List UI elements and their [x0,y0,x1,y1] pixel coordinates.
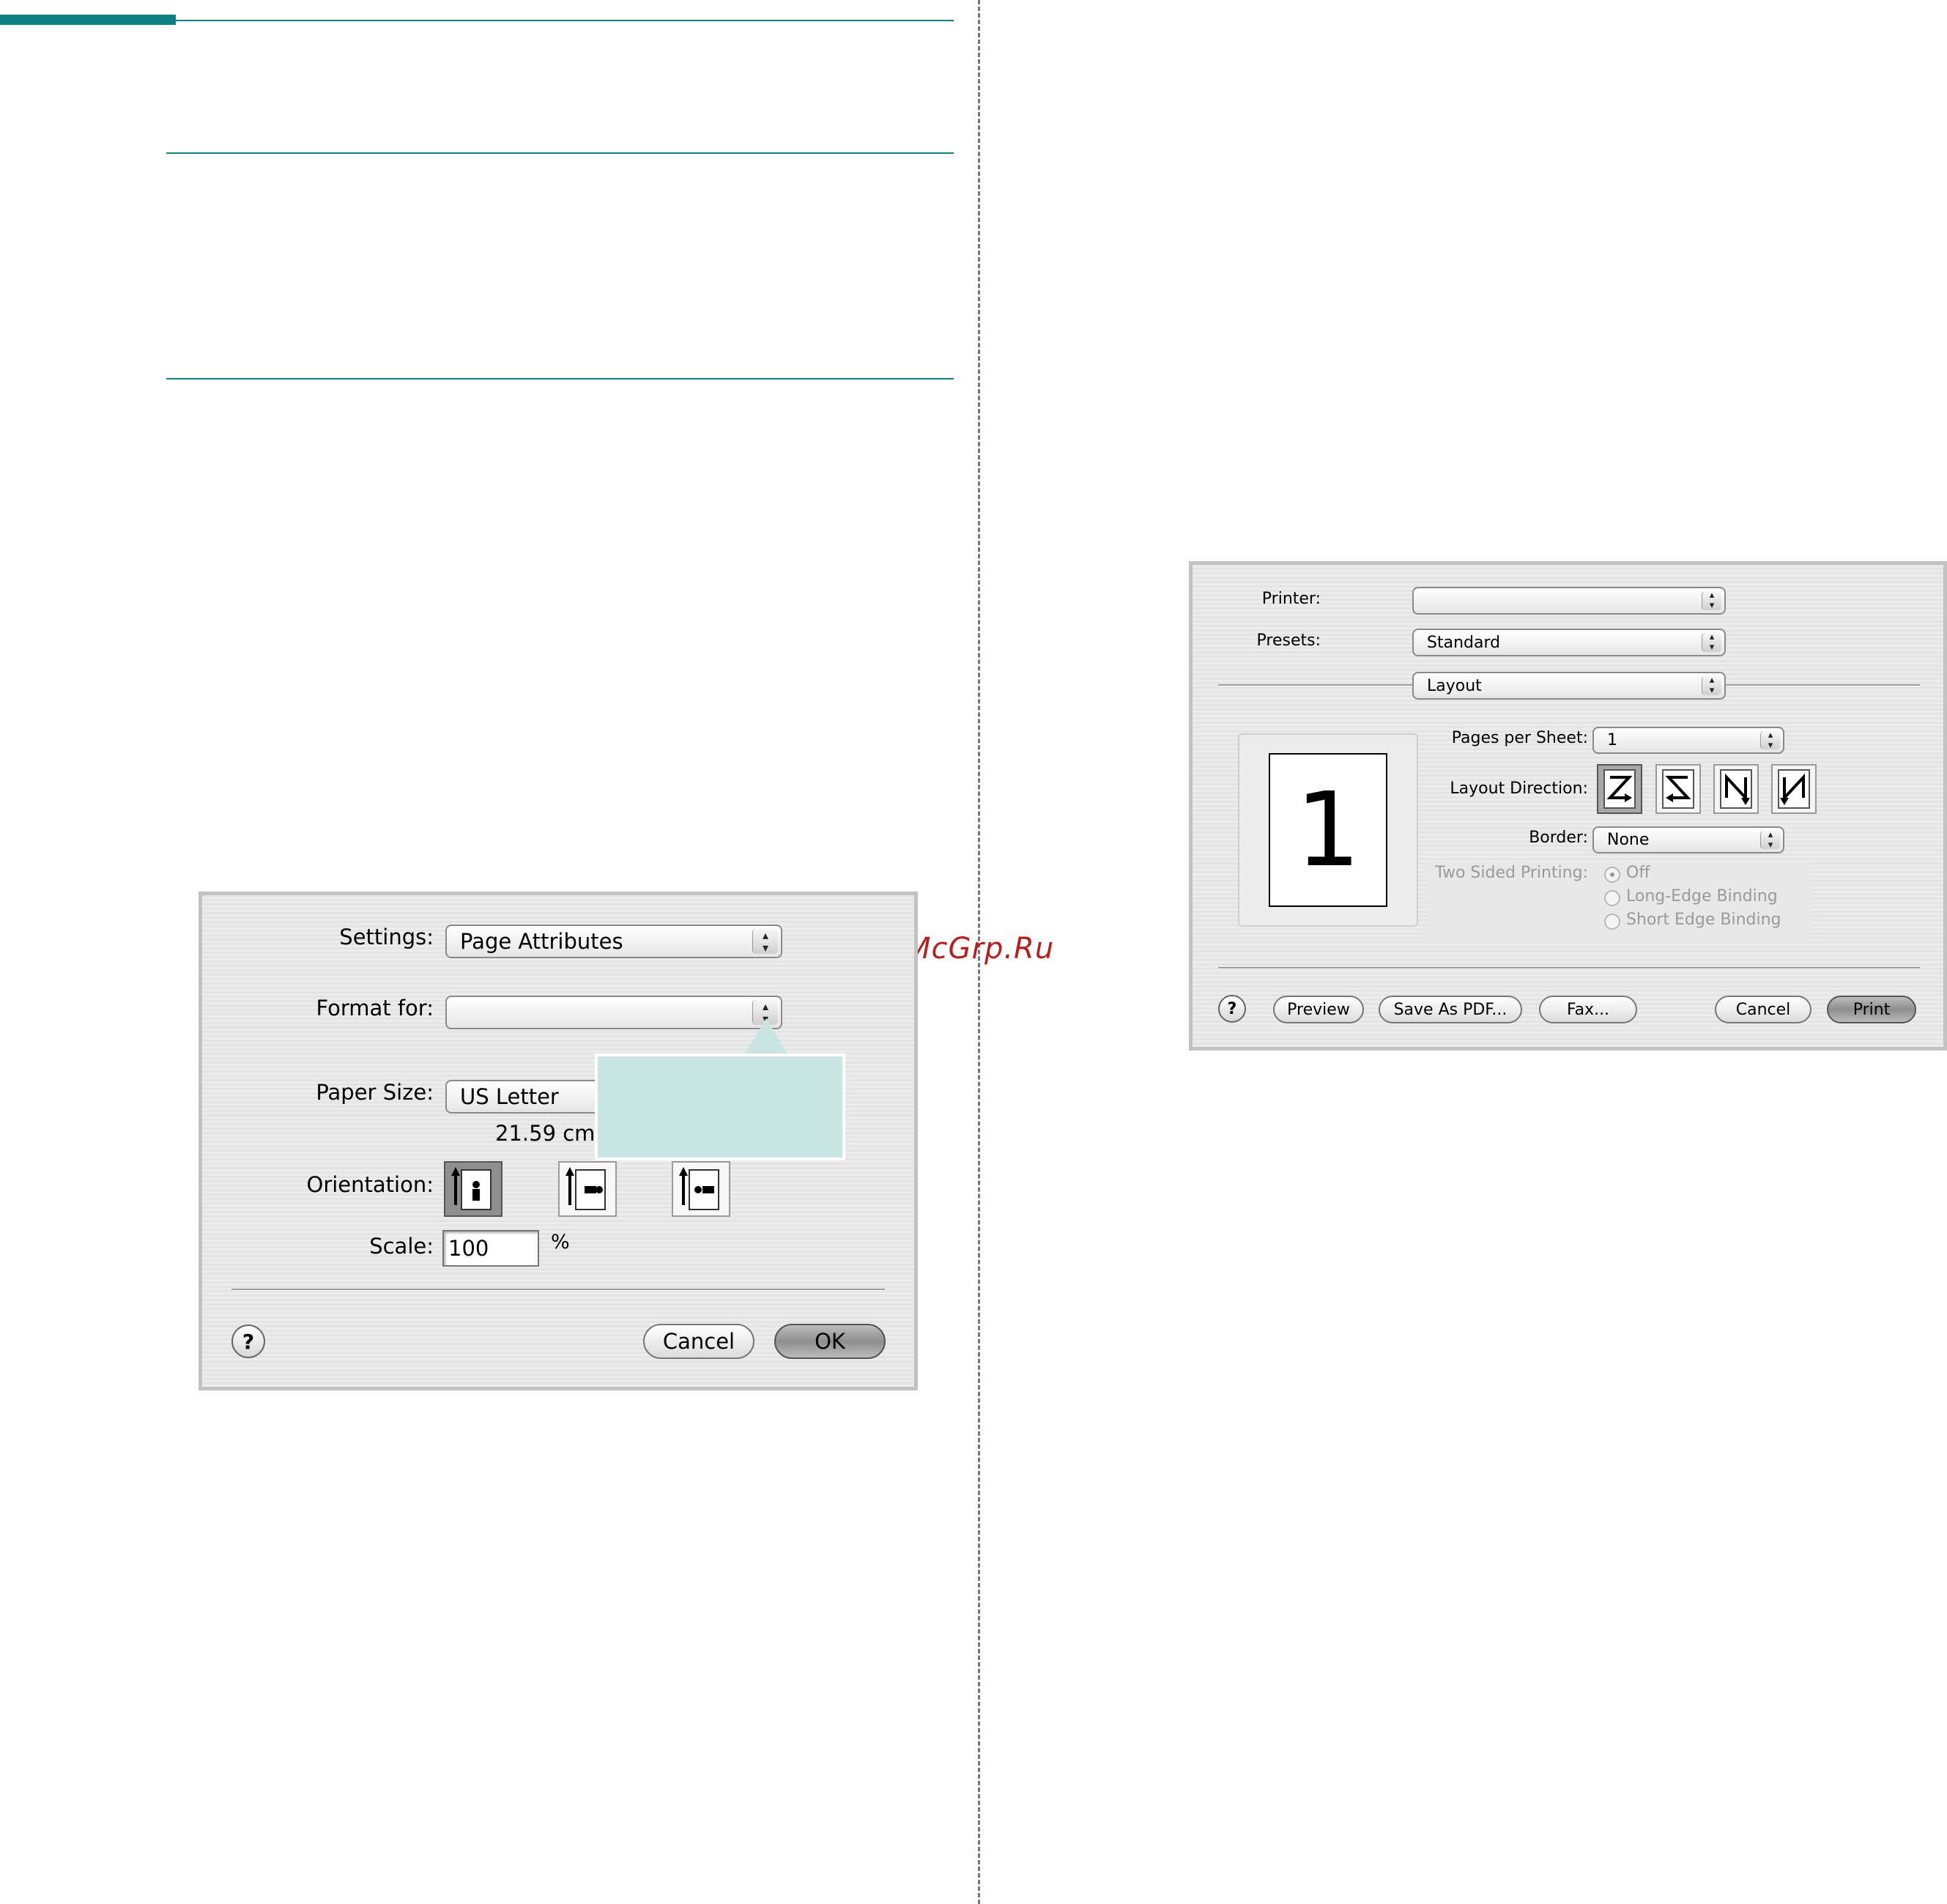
print-dialog: Printer: ▴ ▾ Presets: Standard ▴ ▾ Layout … [1189,561,1947,1051]
callout-box [595,1053,845,1160]
format-for-label: Format for: [316,996,434,1020]
paper-size-label: Paper Size: [316,1080,434,1105]
print-separator [1218,967,1920,969]
header-rule [176,20,954,21]
paper-dimensions: 21.59 cm [495,1121,596,1146]
preview-button[interactable]: Preview [1273,996,1364,1023]
presets-popup[interactable]: Standard ▴ ▾ [1412,629,1726,656]
popup-arrows-icon: ▴▾ [752,929,778,954]
two-sided-short-edge-radio[interactable] [1604,914,1620,930]
pages-per-sheet-value: 1 [1607,731,1617,749]
panel-popup[interactable]: Layout ▴ ▾ [1412,672,1726,700]
panel-value: Layout [1427,676,1482,695]
section-rule-1 [166,152,954,154]
presets-value: Standard [1427,633,1501,652]
direction-z-button[interactable] [1597,764,1642,814]
layout-z-icon [1603,769,1636,809]
cancel-button[interactable]: Cancel [1715,996,1811,1023]
printer-popup[interactable]: ▴ ▾ [1412,587,1726,615]
page-setup-separator [231,1289,885,1291]
two-sided-long-edge-radio[interactable] [1604,890,1620,906]
presets-label: Presets: [1256,631,1321,650]
popup-arrows-icon: ▴▾ [1702,632,1721,653]
border-popup[interactable]: None ▴ ▾ [1592,826,1784,853]
pages-per-sheet-popup[interactable]: 1 ▴ ▾ [1592,727,1784,754]
printer-label: Printer: [1261,590,1321,608]
two-sided-off-radio[interactable] [1604,867,1620,883]
radio-selected-dot [1610,873,1614,877]
scale-label: Scale: [369,1234,434,1259]
fax-button[interactable]: Fax... [1539,996,1637,1023]
layout-vertical-icon [1720,769,1752,809]
help-button[interactable]: ? [231,1325,265,1358]
paper-size-value: US Letter [460,1084,559,1109]
orientation-portrait-button[interactable] [444,1161,502,1217]
two-sided-short-edge-label: Short Edge Binding [1626,911,1781,929]
direction-reverse-n-button[interactable] [1771,764,1817,814]
two-sided-off-label: Off [1626,864,1650,882]
header-accent-bar [0,15,176,25]
layout-reverse-vertical-icon [1778,769,1810,809]
format-for-popup[interactable]: ▴ ▾ [445,996,782,1029]
portrait-icon [451,1167,492,1210]
landscape-icon [565,1167,606,1210]
orientation-label: Orientation: [306,1172,434,1197]
two-sided-long-edge-label: Long-Edge Binding [1626,887,1778,905]
pages-per-sheet-label: Pages per Sheet: [1451,729,1588,747]
border-value: None [1607,831,1650,849]
preview-page: 1 [1269,753,1387,907]
popup-arrows-icon: ▴▾ [1702,590,1721,611]
popup-arrows-icon: ▴▾ [1760,730,1780,750]
popup-arrows-icon: ▴▾ [1760,829,1780,850]
orientation-landscape-button[interactable] [558,1161,617,1217]
layout-direction-label: Layout Direction: [1450,779,1588,798]
two-sided-label: Two Sided Printing: [1435,864,1588,882]
settings-label: Settings: [339,925,434,949]
section-rule-2 [166,378,954,379]
print-button[interactable]: Print [1827,996,1916,1023]
help-button[interactable]: ? [1218,995,1246,1023]
popup-arrows-icon: ▴▾ [1702,675,1721,696]
orientation-reverse-landscape-button[interactable] [672,1161,730,1217]
cancel-button[interactable]: Cancel [643,1324,754,1359]
reverse-landscape-icon [679,1167,719,1210]
direction-n-button[interactable] [1713,764,1759,814]
scale-input[interactable]: 100 [442,1230,539,1267]
ok-button[interactable]: OK [774,1324,886,1359]
layout-reverse-z-icon [1662,769,1694,809]
direction-s-button[interactable] [1655,764,1701,814]
settings-popup[interactable]: Page Attributes ▴ ▾ [445,925,782,958]
settings-value: Page Attributes [460,929,623,954]
border-label: Border: [1529,829,1588,847]
callout-pointer [744,1018,788,1055]
save-as-pdf-button[interactable]: Save As PDF... [1379,996,1522,1023]
watermark: McGrp.Ru [905,932,1055,966]
scale-unit: % [551,1231,570,1253]
